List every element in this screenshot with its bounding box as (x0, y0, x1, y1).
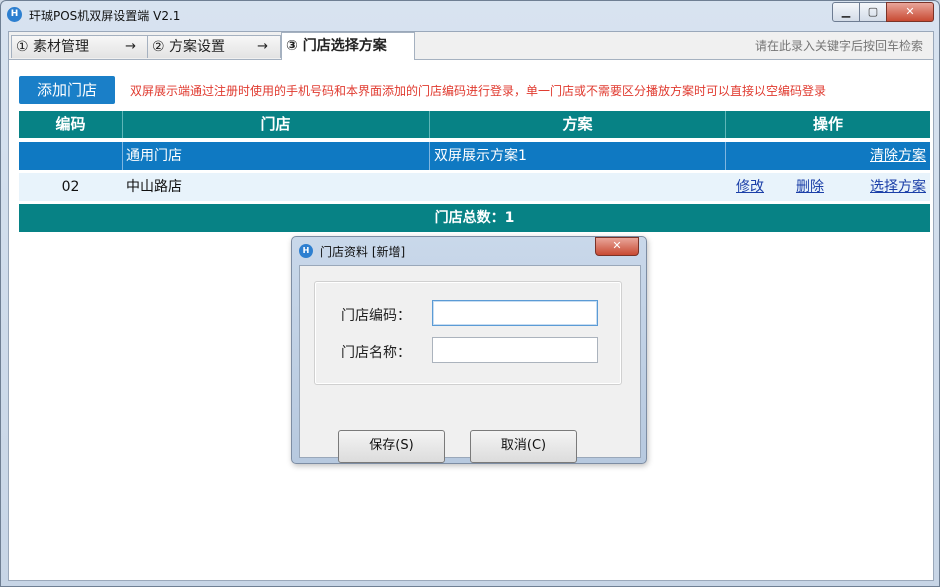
login-notice: 双屏展示端通过注册时使用的手机号码和本界面添加的门店编码进行登录，单一门店或不需… (130, 82, 826, 99)
cell-code: 02 (19, 173, 122, 201)
table-header: 编码 门店 方案 操作 (19, 111, 930, 138)
tab-label: ③ 门店选择方案 (286, 38, 387, 54)
header-code[interactable]: 编码 (19, 111, 123, 138)
header-plan[interactable]: 方案 (430, 111, 726, 138)
cancel-button[interactable]: 取消(C) (470, 430, 577, 463)
search-input[interactable] (721, 36, 925, 56)
app-logo-icon: H (299, 244, 313, 258)
table-row[interactable]: 通用门店 双屏展示方案1 清除方案 (19, 142, 930, 170)
tab-plan-settings[interactable]: ② 方案设置 → (147, 35, 281, 58)
save-button[interactable]: 保存(S) (338, 430, 445, 463)
cell-store: 中山路店 (122, 173, 430, 201)
cell-store: 通用门店 (122, 142, 430, 170)
arrow-right-icon: → (125, 36, 136, 58)
arrow-right-icon: → (257, 36, 268, 58)
select-plan-link[interactable]: 选择方案 (870, 173, 926, 201)
delete-link[interactable]: 删除 (796, 173, 824, 201)
dialog-close-button[interactable]: ✕ (595, 237, 639, 256)
cell-plan (430, 173, 726, 201)
tab-label: ① 素材管理 (16, 39, 89, 55)
close-button[interactable]: ✕ (886, 2, 934, 22)
store-code-label: 门店编码： (341, 305, 411, 325)
window-title: 玕珹POS机双屏设置端 V2.1 (29, 7, 180, 24)
table-row[interactable]: 02 中山路店 修改 删除 选择方案 (19, 173, 930, 201)
edit-link[interactable]: 修改 (736, 173, 764, 201)
cell-actions: 清除方案 (726, 142, 930, 170)
add-store-button[interactable]: 添加门店 (19, 76, 115, 104)
store-count: 门店总数：1 (19, 204, 930, 232)
tab-label: ② 方案设置 (152, 39, 225, 55)
tab-strip: ① 素材管理 → ② 方案设置 → ③ 门店选择方案 (9, 32, 933, 60)
store-name-label: 门店名称： (341, 342, 411, 362)
title-bar[interactable]: H 玕珹POS机双屏设置端 V2.1 ▁ ▢ ✕ (1, 1, 939, 28)
clear-plan-link[interactable]: 清除方案 (870, 142, 926, 170)
app-logo-icon: H (7, 7, 22, 22)
tab-materials[interactable]: ① 素材管理 → (11, 35, 149, 58)
cell-actions: 修改 删除 选择方案 (726, 173, 930, 201)
cell-plan: 双屏展示方案1 (430, 142, 726, 170)
store-form-group: 门店编码： 门店名称： (314, 281, 622, 385)
tab-store-plan-selection[interactable]: ③ 门店选择方案 (281, 32, 415, 60)
store-code-input[interactable] (432, 300, 598, 326)
header-store[interactable]: 门店 (122, 111, 430, 138)
header-actions[interactable]: 操作 (726, 111, 930, 138)
minimize-button[interactable]: ▁ (832, 2, 860, 22)
maximize-button[interactable]: ▢ (859, 2, 887, 22)
app-window: H 玕珹POS机双屏设置端 V2.1 ▁ ▢ ✕ ① 素材管理 → ② 方案设置… (0, 0, 940, 587)
store-name-input[interactable] (432, 337, 598, 363)
cell-code (19, 142, 123, 170)
dialog-body: 门店编码： 门店名称： 保存(S) 取消(C) (299, 265, 641, 458)
store-info-dialog: H 门店资料 [新增] ✕ 门店编码： 门店名称： 保存(S) 取消(C) (291, 236, 647, 464)
dialog-title: 门店资料 [新增] (320, 243, 405, 260)
